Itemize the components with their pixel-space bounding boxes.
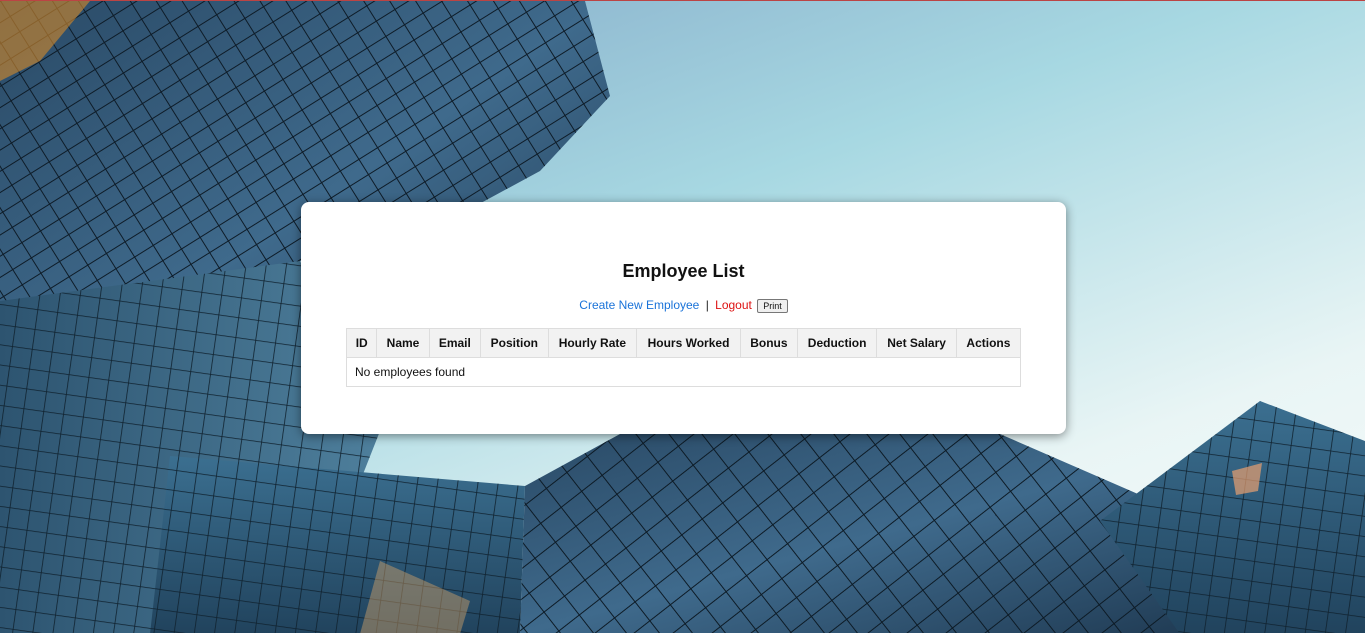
- column-header-position: Position: [480, 328, 549, 358]
- table-row: No employees found: [346, 357, 1021, 387]
- employee-table: ID Name Email Position Hourly Rate Hours…: [345, 328, 1022, 387]
- employee-list-card: Employee List Create New Employee | Logo…: [301, 202, 1066, 434]
- column-header-bonus: Bonus: [739, 328, 798, 358]
- print-button[interactable]: Print: [757, 298, 788, 313]
- logout-link[interactable]: Logout: [715, 298, 752, 312]
- column-header-name: Name: [376, 328, 430, 358]
- column-header-email: Email: [428, 328, 482, 358]
- column-header-hours-worked: Hours Worked: [636, 328, 741, 358]
- column-header-net-salary: Net Salary: [876, 328, 957, 358]
- column-header-id: ID: [345, 328, 378, 358]
- action-links: Create New Employee | Logout Print: [301, 298, 1066, 313]
- column-header-hourly-rate: Hourly Rate: [547, 328, 638, 358]
- create-employee-link[interactable]: Create New Employee: [579, 298, 699, 312]
- link-separator: |: [705, 298, 709, 312]
- column-header-deduction: Deduction: [796, 328, 878, 358]
- table-header-row: ID Name Email Position Hourly Rate Hours…: [345, 328, 1022, 358]
- column-header-actions: Actions: [955, 328, 1022, 358]
- empty-message: No employees found: [346, 357, 1021, 387]
- page-title: Employee List: [622, 261, 745, 281]
